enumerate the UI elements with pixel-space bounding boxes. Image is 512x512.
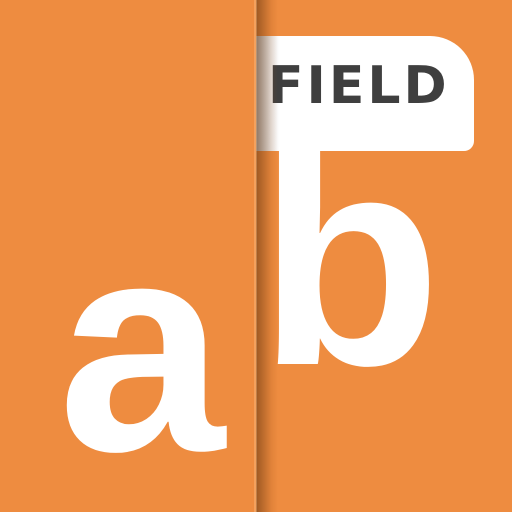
letter-b: b bbox=[258, 92, 442, 428]
fold-shadow bbox=[256, 0, 278, 512]
letter-a: a bbox=[58, 178, 225, 512]
app-icon: FIELD a b bbox=[0, 0, 512, 512]
fold-crease bbox=[254, 0, 257, 512]
